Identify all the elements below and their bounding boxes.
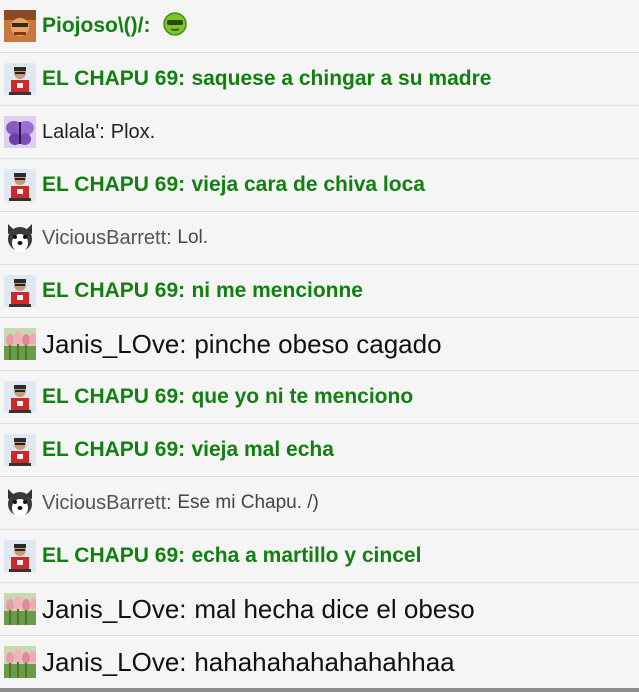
chat-message: ViciousBarrett: Ese mi Chapu. /) [0, 477, 639, 530]
username[interactable]: ViciousBarrett: [42, 492, 172, 515]
message-text: ni me mencionne [191, 279, 363, 302]
username[interactable]: EL CHAPU 69: [42, 385, 185, 409]
horizontal-scrollbar[interactable] [0, 688, 639, 692]
username[interactable]: EL CHAPU 69: [42, 67, 185, 91]
chat-message: Lalala': Plox. [0, 106, 639, 159]
chat-message: EL CHAPU 69: vieja mal echa [0, 424, 639, 477]
message-text: hahahahahahahahhaa [194, 646, 455, 677]
message-text: vieja cara de chiva loca [191, 173, 425, 196]
chat-log[interactable]: Piojoso\()/: EL CHAPU 69: saquese a chin… [0, 0, 639, 688]
message-text: pinche obeso cagado [194, 328, 442, 359]
green-cool-face-icon [163, 11, 187, 41]
username[interactable]: EL CHAPU 69: [42, 279, 185, 303]
man-red-shirt-avatar[interactable] [4, 381, 36, 413]
message-text: Plox. [110, 120, 156, 143]
message-text: Ese mi Chapu. /) [177, 492, 319, 513]
chat-message: EL CHAPU 69: vieja cara de chiva loca [0, 159, 639, 212]
man-red-shirt-avatar[interactable] [4, 540, 36, 572]
tulips-avatar[interactable] [4, 646, 36, 678]
username[interactable]: EL CHAPU 69: [42, 173, 185, 197]
username[interactable]: EL CHAPU 69: [42, 438, 185, 462]
purple-butterfly-avatar[interactable] [4, 116, 36, 148]
man-red-shirt-avatar[interactable] [4, 169, 36, 201]
man-red-shirt-avatar[interactable] [4, 275, 36, 307]
chat-message: Janis_LOve: pinche obeso cagado [0, 318, 639, 371]
tulips-avatar[interactable] [4, 328, 36, 360]
tulips-avatar[interactable] [4, 593, 36, 625]
message-text: que yo ni te menciono [191, 385, 414, 408]
husky-dog-avatar[interactable] [4, 222, 36, 254]
chat-message: EL CHAPU 69: echa a martillo y cincel [0, 530, 639, 583]
username[interactable]: ViciousBarrett: [42, 227, 172, 250]
message-text: echa a martillo y cincel [191, 544, 422, 567]
message-text: vieja mal echa [191, 438, 334, 461]
chat-message: EL CHAPU 69: saquese a chingar a su madr… [0, 53, 639, 106]
husky-dog-avatar[interactable] [4, 487, 36, 519]
orange-character-avatar[interactable] [4, 10, 36, 42]
chat-message: Janis_LOve: hahahahahahahahhaa [0, 636, 639, 688]
username[interactable]: Piojoso\()/: [42, 14, 151, 38]
username[interactable]: Janis_LOve: [42, 329, 187, 360]
man-red-shirt-avatar[interactable] [4, 63, 36, 95]
chat-message: EL CHAPU 69: que yo ni te menciono [0, 371, 639, 424]
chat-message: Janis_LOve: mal hecha dice el obeso [0, 583, 639, 636]
chat-message: Piojoso\()/: [0, 0, 639, 53]
message-text: mal hecha dice el obeso [194, 593, 475, 624]
username[interactable]: Janis_LOve: [42, 594, 187, 625]
chat-message: EL CHAPU 69: ni me mencionne [0, 265, 639, 318]
chat-message: ViciousBarrett: Lol. [0, 212, 639, 265]
username[interactable]: Janis_LOve: [42, 647, 187, 678]
username[interactable]: EL CHAPU 69: [42, 544, 185, 568]
message-text: Lol. [177, 227, 209, 248]
man-red-shirt-avatar[interactable] [4, 434, 36, 466]
username[interactable]: Lalala': [42, 121, 105, 144]
message-text: saquese a chingar a su madre [191, 67, 492, 90]
